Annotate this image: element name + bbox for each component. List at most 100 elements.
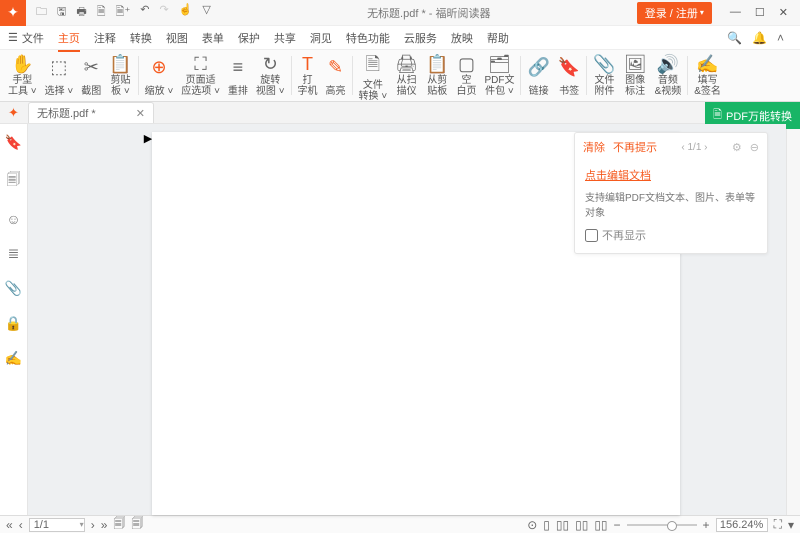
single-page-icon[interactable]: ▯ — [543, 518, 550, 532]
tab-close-icon[interactable]: ✕ — [136, 107, 145, 120]
ribbon-音频&视频[interactable]: 🔊音频 &视频 — [651, 52, 686, 99]
hint-edit-link[interactable]: 点击编辑文档 — [585, 167, 757, 183]
tab-home[interactable]: 主页 — [58, 30, 80, 52]
tab-present[interactable]: 放映 — [451, 30, 473, 46]
history-back-icon[interactable]: 🗐 — [113, 514, 125, 535]
signatures-icon[interactable]: ✍ — [5, 350, 22, 367]
last-page-icon[interactable]: » — [101, 518, 108, 532]
minimize-icon[interactable]: — — [730, 6, 741, 19]
cont-facing-icon[interactable]: ▯▯ — [594, 518, 607, 532]
ribbon-高亮[interactable]: ✎高亮 — [322, 52, 350, 99]
tab-feature[interactable]: 特色功能 — [346, 30, 390, 46]
ribbon-图像标注[interactable]: 🖼图像 标注 — [620, 52, 651, 99]
maximize-icon[interactable]: ☐ — [755, 6, 765, 19]
collapse-ribbon-icon[interactable]: ˄ — [777, 31, 784, 45]
tab-protect[interactable]: 保护 — [238, 30, 260, 46]
sidebar-expander-icon[interactable]: ▶ — [144, 132, 152, 515]
document-viewport[interactable]: ▶ 清除 不再提示 ‹ 1/1 › ⚙ ⊖ 点击编辑文档 支持编辑PDF文档文本… — [28, 124, 786, 515]
app-logo: ✦ — [0, 0, 26, 26]
history-fwd-icon[interactable]: 🗐 — [131, 514, 143, 535]
undo-icon[interactable]: ↶ — [140, 3, 149, 22]
document-tab[interactable]: 无标题.pdf * ✕ — [28, 102, 154, 123]
bookmark-icon[interactable]: 🔖 — [5, 134, 22, 151]
zoom-field[interactable]: 156.24% — [716, 518, 768, 532]
tab-convert[interactable]: 转换 — [130, 30, 152, 46]
ribbon-缩放[interactable]: ⊕缩放 ˅ — [141, 52, 178, 99]
page-add-icon[interactable]: 🗎⁺ — [116, 3, 131, 22]
close-icon[interactable]: ✕ — [779, 6, 788, 19]
ribbon-打字机[interactable]: T打 字机 — [294, 52, 322, 99]
tab-share[interactable]: 共享 — [274, 30, 296, 46]
tab-help[interactable]: 帮助 — [487, 30, 509, 46]
security-icon[interactable]: 🔒 — [5, 315, 22, 332]
zoom-in-icon[interactable]: + — [703, 518, 710, 532]
first-page-icon[interactable]: « — [6, 518, 13, 532]
tab-view[interactable]: 视图 — [166, 30, 188, 46]
pages-icon[interactable]: 🗐 — [7, 169, 21, 193]
read-mode-icon[interactable]: ⊙ — [527, 518, 537, 532]
hint-checkbox[interactable]: 不再显示 — [585, 227, 757, 243]
hint-checkbox-input[interactable] — [585, 229, 598, 242]
save-icon[interactable]: 🖫 — [57, 3, 66, 22]
zoom-out-icon[interactable]: − — [614, 518, 621, 532]
status-dropdown-icon[interactable]: ▾ — [788, 518, 794, 532]
page-icon[interactable]: 🗎 — [97, 3, 106, 22]
new-tab-icon[interactable]: ✦ — [8, 105, 19, 121]
hint-clear[interactable]: 清除 — [583, 139, 605, 155]
notify-icon[interactable]: 🔔 — [752, 31, 767, 45]
ribbon-label: 手型 工具 ˅ — [8, 75, 37, 97]
ribbon-剪贴板[interactable]: 📋剪贴 板 ˅ — [105, 52, 135, 99]
tab-insight[interactable]: 洞见 — [310, 30, 332, 46]
print-icon[interactable]: 🖶 — [76, 3, 86, 22]
ribbon-旋转视图[interactable]: ↻旋转 视图 ˅ — [252, 52, 289, 99]
ribbon-label: 文件 附件 — [595, 75, 615, 97]
ribbon-从扫描仪[interactable]: 🖨从扫 描仪 — [391, 52, 422, 99]
layers-icon[interactable]: ≣ — [8, 245, 20, 262]
attachments-icon[interactable]: 📎 — [5, 280, 22, 297]
ribbon-PDF文件包[interactable]: 🗂PDF文 件包 ˅ — [480, 52, 518, 99]
hint-close-icon[interactable]: ⊖ — [750, 141, 759, 154]
prev-page-icon[interactable]: ‹ — [19, 518, 23, 532]
ribbon-页面适应选项[interactable]: ⛶页面适 应选项 ˅ — [177, 52, 224, 99]
ribbon-手型工具[interactable]: ✋手型 工具 ˅ — [4, 52, 41, 99]
ribbon-截图[interactable]: ✂截图 — [77, 52, 105, 99]
facing-icon[interactable]: ▯▯ — [575, 518, 588, 532]
tab-annotate[interactable]: 注释 — [94, 30, 116, 46]
ribbon-重排[interactable]: ≡重排 — [224, 52, 252, 99]
ribbon-选择[interactable]: ⬚选择 ˅ — [41, 52, 78, 99]
login-button[interactable]: 登录 / 注册▾ — [637, 2, 712, 24]
ribbon-填写&签名[interactable]: ✍填写 &签名 — [690, 52, 725, 99]
hint-pager: ‹ 1/1 › — [665, 142, 724, 153]
ribbon-label: 图像 标注 — [625, 75, 645, 97]
ribbon-label: PDF文 件包 ˅ — [484, 75, 514, 97]
redo-icon[interactable]: ↷ — [160, 3, 169, 22]
ribbon-label: 选择 ˅ — [45, 86, 74, 97]
qat-dropdown-icon[interactable]: ▽ — [202, 3, 210, 22]
zoom-slider[interactable] — [627, 524, 697, 526]
ribbon-从剪贴板[interactable]: 📋从剪 贴板 — [422, 52, 452, 99]
ribbon-空白页[interactable]: ▢空 白页 — [452, 52, 480, 99]
tab-form[interactable]: 表单 — [202, 30, 224, 46]
ribbon-链接[interactable]: 🔗链接 — [523, 52, 553, 99]
file-menu[interactable]: ☰ 文件 — [8, 30, 44, 46]
continuous-icon[interactable]: ▯▯ — [556, 518, 569, 532]
search-icon[interactable]: 🔍 — [727, 31, 742, 45]
window-title: 无标题.pdf * - 福昕阅读器 — [221, 5, 637, 21]
fit-page-icon[interactable]: ⛶ — [774, 517, 782, 532]
ribbon-文件转换[interactable]: 🗎文件 转换 ˅ — [355, 52, 392, 99]
hint-settings-icon[interactable]: ⚙ — [732, 141, 742, 154]
hint-no-more[interactable]: 不再提示 — [613, 139, 657, 155]
touch-icon[interactable]: ☝ — [179, 3, 193, 22]
ribbon-书签[interactable]: 🔖书签 — [554, 52, 584, 99]
page-number-field[interactable]: 1/1▾ — [29, 518, 85, 532]
vertical-scrollbar[interactable] — [786, 124, 800, 515]
comments-icon[interactable]: ☺ — [6, 211, 20, 227]
tab-cloud[interactable]: 云服务 — [404, 30, 437, 46]
ribbon-icon: 📋 — [426, 54, 448, 75]
ribbon-文件附件[interactable]: 📎文件 附件 — [589, 52, 619, 99]
next-page-icon[interactable]: › — [91, 518, 95, 532]
ribbon-icon: T — [302, 54, 313, 75]
ribbon-label: 打 字机 — [298, 75, 318, 97]
open-icon[interactable]: 🗀 — [36, 3, 47, 22]
ribbon-icon: 🔖 — [558, 54, 580, 80]
